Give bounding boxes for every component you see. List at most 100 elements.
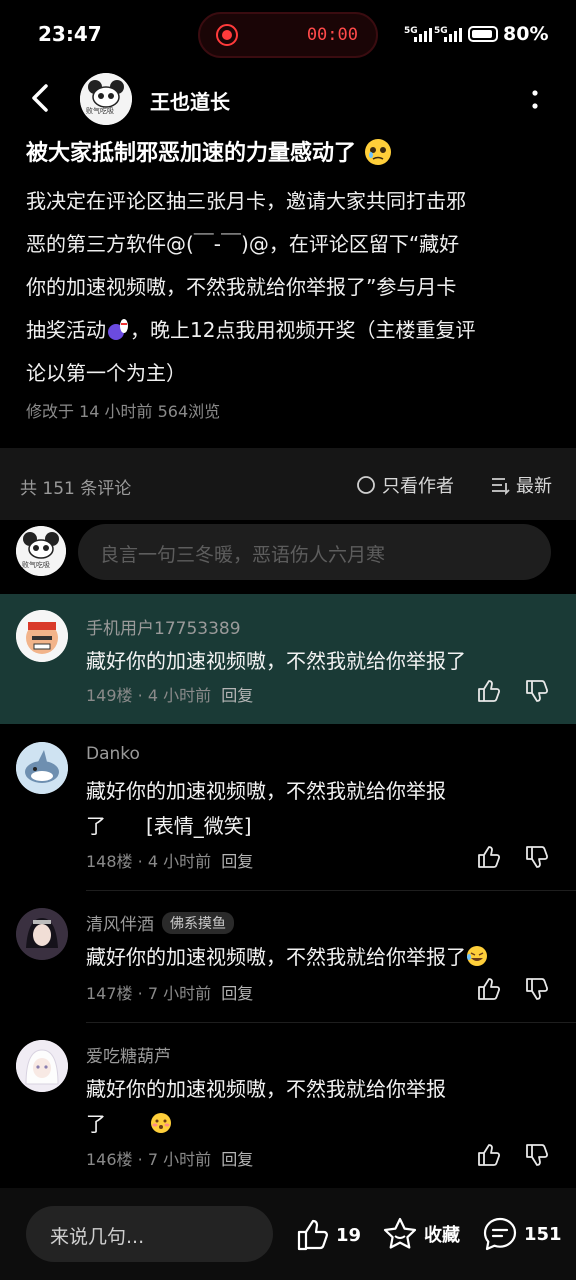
more-button[interactable]: [528, 88, 542, 114]
favorite-button[interactable]: 收藏: [382, 1216, 460, 1252]
thumbs-up-icon[interactable]: [476, 976, 502, 1002]
record-icon: [216, 24, 238, 46]
avatar-caption: 败气吃吸: [86, 107, 114, 115]
cartoon-face-avatar-icon: [16, 610, 68, 662]
like-count: 19: [336, 1224, 362, 1246]
comment-floor: 149楼: [86, 686, 133, 705]
comment-text-continued: 了: [86, 1107, 172, 1141]
comment-time: 4 小时前: [147, 852, 212, 871]
white-hair-girl-avatar-icon: [16, 1040, 68, 1092]
thumbs-down-icon[interactable]: [524, 844, 550, 870]
comment-item[interactable]: 手机用户17753389 藏好你的加速视频嗷，不然我就给你举报了 149楼 · …: [0, 594, 576, 724]
crying-laughing-emoji-icon: [467, 946, 487, 966]
only-author-toggle[interactable]: 只看作者: [356, 472, 454, 498]
comment-input[interactable]: 良言一句三冬暖，恶语伤人六月寒: [78, 524, 551, 580]
emote-text: [表情_微笑]: [146, 814, 252, 838]
post-line: 抽奖活动 ，晚上12点我用视频开奖（主楼重复评: [26, 309, 556, 352]
comments-count: 151: [524, 1223, 562, 1245]
commenter-name[interactable]: 手机用户17753389: [86, 614, 241, 639]
comment-count: 共 151 条评论: [20, 479, 132, 499]
comment-text: 藏好你的加速视频嗷，不然我就给你举报了: [86, 940, 488, 974]
post-body: 我决定在评论区抽三张月卡，邀请大家共同打击邪 恶的第三方软件@(￣-￣)@，在评…: [26, 180, 556, 395]
thumbs-down-icon[interactable]: [524, 1142, 550, 1168]
thumbs-up-icon[interactable]: [476, 844, 502, 870]
sort-icon: [492, 478, 510, 495]
comment-floor: 146楼: [86, 1150, 133, 1169]
author-avatar[interactable]: 败气吃吸: [80, 73, 132, 125]
like-button[interactable]: 19: [296, 1218, 361, 1252]
comment-meta: 146楼 · 7 小时前 回复: [86, 1150, 254, 1169]
back-button[interactable]: [26, 82, 56, 114]
comment-item[interactable]: 清风伴酒 佛系摸鱼 藏好你的加速视频嗷，不然我就给你举报了 147楼 · 7 小…: [0, 890, 576, 1022]
signal-icon: [414, 28, 432, 42]
post-line: 论以第一个为主）: [26, 361, 186, 385]
commenter-name[interactable]: 爱吃糖葫芦: [86, 1042, 171, 1067]
recording-time: 00:00: [306, 25, 358, 45]
post-title: 被大家抵制邪恶加速的力量感动了: [26, 138, 556, 170]
thumbs-up-icon[interactable]: [476, 678, 502, 704]
commenter-avatar[interactable]: [16, 610, 68, 662]
post-meta: 修改于 14 小时前 564浏览: [26, 402, 221, 421]
comment-time: 7 小时前: [147, 1150, 212, 1169]
commenter-avatar[interactable]: [16, 908, 68, 960]
comment-text-line: 了: [86, 1112, 106, 1136]
thumbs-up-icon[interactable]: [476, 1142, 502, 1168]
sort-label: 最新: [516, 476, 552, 497]
comment-time: 7 小时前: [147, 984, 212, 1003]
comment-text-line: 藏好你的加速视频嗷，不然我就给你举报了: [86, 945, 466, 969]
bottom-comment-input[interactable]: 来说几句...: [26, 1206, 273, 1262]
comment-bubble-icon: [483, 1217, 517, 1251]
reply-button[interactable]: 回复: [221, 852, 253, 871]
shark-avatar-icon: [16, 742, 68, 794]
blushing-face-emoji-icon: [151, 1113, 171, 1133]
post-line: 恶的第三方软件@(￣-￣)@，在评论区留下“藏好: [26, 232, 460, 256]
commenter-header: 清风伴酒 佛系摸鱼: [86, 910, 234, 935]
thumbs-down-icon[interactable]: [524, 678, 550, 704]
comment-meta: 148楼 · 4 小时前 回复: [86, 852, 254, 871]
user-badge: 佛系摸鱼: [162, 911, 234, 934]
comment-floor: 148楼: [86, 852, 133, 871]
reply-button[interactable]: 回复: [221, 1150, 253, 1169]
radio-circle-icon: [357, 476, 375, 494]
comments-button[interactable]: 151: [482, 1216, 562, 1252]
commenter-name[interactable]: 清风伴酒: [86, 910, 154, 935]
comment-meta: 149楼 · 4 小时前 回复: [86, 686, 254, 705]
comment-meta: 147楼 · 7 小时前 回复: [86, 984, 254, 1003]
reply-button[interactable]: 回复: [221, 984, 253, 1003]
comment-text: 藏好你的加速视频嗷，不然我就给你举报: [86, 779, 446, 803]
comment-item[interactable]: 爱吃糖葫芦 藏好你的加速视频嗷，不然我就给你举报 了 146楼 · 7 小时前 …: [0, 1022, 576, 1188]
post-line-text: ，晚上12点我用视频开奖（主楼重复评: [130, 318, 476, 342]
post-line: 我决定在评论区抽三张月卡，邀请大家共同打击邪: [26, 189, 466, 213]
signal-icon-2: [444, 28, 462, 42]
screen-recording-indicator[interactable]: 00:00: [198, 12, 378, 58]
post-line-text: 抽奖活动: [26, 318, 106, 342]
reply-button[interactable]: 回复: [221, 686, 253, 705]
comment-text-line: 了: [86, 814, 106, 838]
comment-floor: 147楼: [86, 984, 133, 1003]
thumbs-up-icon: [297, 1219, 328, 1251]
post-title-text: 被大家抵制邪恶加速的力量感动了: [26, 141, 357, 166]
commenter-name[interactable]: Danko: [86, 744, 140, 764]
back-arrow-icon: [32, 84, 48, 112]
star-icon: [383, 1217, 417, 1249]
comment-time: 4 小时前: [147, 686, 212, 705]
teary-face-emoji-icon: [364, 139, 391, 165]
status-time: 23:47: [38, 22, 102, 46]
only-author-label: 只看作者: [382, 476, 454, 497]
battery-level: 80%: [503, 23, 549, 45]
comment-input-placeholder: 良言一句三冬暖，恶语伤人六月寒: [100, 544, 386, 566]
comment-text-continued: 了 [表情_微笑]: [86, 809, 252, 843]
battery-icon: [468, 26, 498, 42]
sort-button[interactable]: 最新: [490, 472, 552, 498]
author-name[interactable]: 王也道长: [150, 86, 230, 115]
comment-text: 藏好你的加速视频嗷，不然我就给你举报: [86, 1077, 446, 1101]
thumbs-down-icon[interactable]: [524, 976, 550, 1002]
my-avatar[interactable]: 败气吃吸: [16, 526, 66, 576]
commenter-avatar[interactable]: [16, 1040, 68, 1092]
commenter-avatar[interactable]: [16, 742, 68, 794]
comment-item[interactable]: Danko 藏好你的加速视频嗷，不然我就给你举报 了 [表情_微笑] 148楼 ·…: [0, 724, 576, 890]
more-vertical-icon: [532, 90, 538, 109]
favorite-label: 收藏: [424, 1225, 460, 1246]
bottom-input-placeholder: 来说几句...: [50, 1226, 145, 1248]
panda-avatar-icon: [80, 73, 132, 125]
